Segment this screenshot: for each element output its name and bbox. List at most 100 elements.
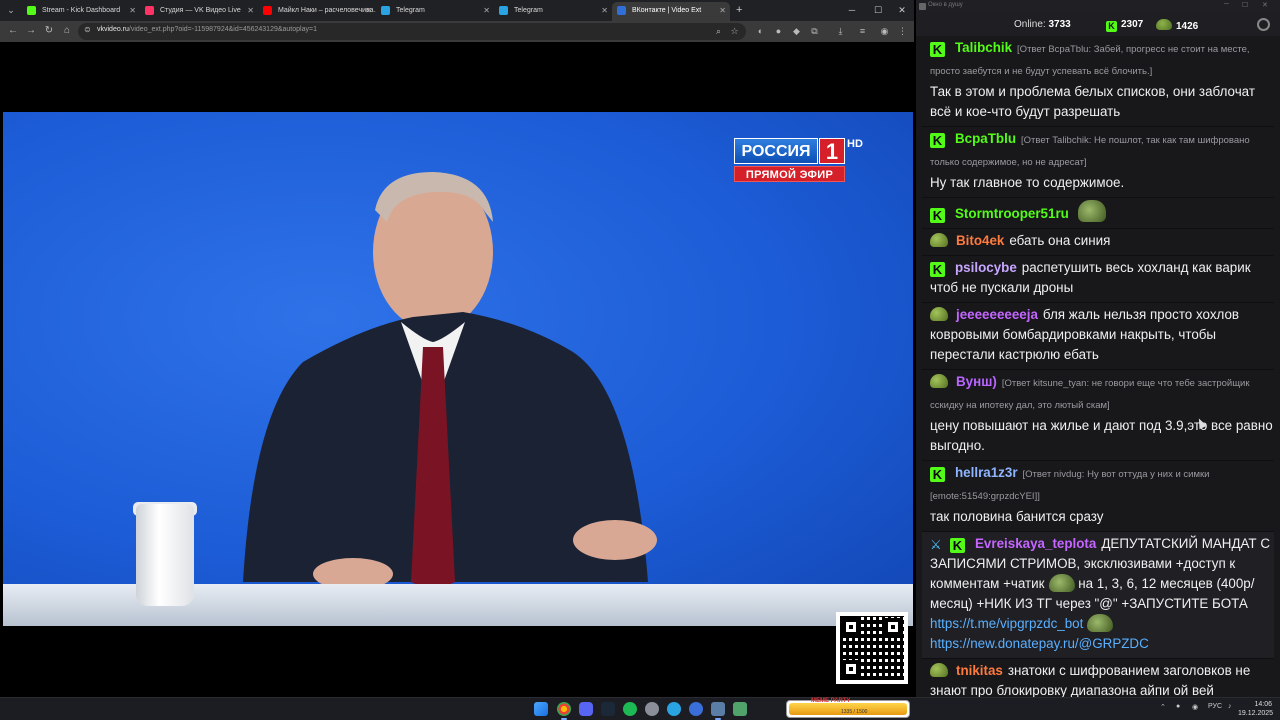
reload-icon[interactable]: ↻ bbox=[42, 24, 56, 38]
video-player[interactable]: РОССИЯ 1 HD ПРЯМОЙ ЭФИР bbox=[0, 42, 914, 697]
meme-party-widget[interactable]: MEME PARTY 1335 / 1500 bbox=[786, 698, 910, 718]
app-icon[interactable] bbox=[733, 702, 747, 716]
pepe-icon bbox=[1156, 19, 1172, 30]
minimize-button[interactable]: ─ bbox=[842, 3, 862, 17]
telegram-icon[interactable] bbox=[667, 702, 681, 716]
extension-icon[interactable]: ◐ bbox=[754, 25, 767, 38]
hd-label: HD bbox=[847, 138, 863, 150]
downloads-icon[interactable]: ⤓ bbox=[834, 25, 847, 38]
chat-username[interactable]: jeeeeeeeeeja bbox=[956, 307, 1038, 322]
sword-badge-icon: ⚔ bbox=[930, 537, 942, 552]
chat-username[interactable]: Вунш) bbox=[956, 374, 997, 389]
maximize-button[interactable]: ☐ bbox=[868, 3, 888, 17]
chat-username[interactable]: psilocybe bbox=[955, 260, 1017, 275]
chat-username[interactable]: Bito4ek bbox=[956, 233, 1004, 248]
settings-gear-icon[interactable] bbox=[1257, 18, 1270, 31]
url-text[interactable]: vkvideo.ru/video_ext.php?oid=-115987924&… bbox=[97, 26, 317, 33]
chat-window-title: Окно в душу bbox=[928, 2, 963, 8]
chat-username[interactable]: tnikitas bbox=[956, 663, 1003, 678]
browser-window: ⌄ Stream - Kick Dashboard ✕ Студия — VK Ви… bbox=[0, 0, 914, 697]
chrome-icon[interactable] bbox=[557, 702, 571, 716]
tray-app-icon[interactable]: ◉ bbox=[1192, 703, 1198, 711]
vk-viewers: 1426 bbox=[1156, 19, 1198, 32]
menu-icon[interactable]: ⋮ bbox=[896, 25, 909, 38]
browser-tab[interactable]: Stream - Kick Dashboard ✕ bbox=[22, 2, 140, 21]
widget-value: 1335 / 1500 bbox=[841, 709, 868, 715]
language-indicator[interactable]: РУС bbox=[1208, 703, 1222, 710]
system-clock[interactable]: 14:06 19.12.2025 bbox=[1238, 700, 1274, 718]
media-player-icon[interactable] bbox=[689, 702, 703, 716]
profile-icon[interactable]: ◉ bbox=[878, 25, 891, 38]
obs-icon[interactable] bbox=[645, 702, 659, 716]
tab-label: Stream - Kick Dashboard bbox=[42, 7, 121, 14]
tab-label: Telegram bbox=[396, 7, 425, 14]
kick-viewers: K 2307 bbox=[1106, 19, 1143, 32]
chat-messages: K Talibchik [Ответ ВсраТblu: Забей, прогре… bbox=[922, 36, 1274, 697]
tab-label: ВКонтакте | Video Ext bbox=[632, 7, 702, 14]
chat-username[interactable]: hellra1z3r bbox=[955, 465, 1018, 480]
browser-tab[interactable]: Telegram ✕ bbox=[494, 2, 612, 21]
back-icon[interactable]: ← bbox=[6, 24, 20, 38]
url-host: vkvideo.ru bbox=[97, 26, 129, 33]
bookmark-star-icon[interactable]: ☆ bbox=[728, 25, 741, 38]
close-window-button[interactable]: ✕ bbox=[1262, 1, 1268, 9]
reading-list-icon[interactable]: ≡ bbox=[856, 25, 869, 38]
chat-titlebar: Окно в душу ─ ☐ ✕ bbox=[916, 0, 1280, 14]
app-icon bbox=[919, 3, 926, 10]
donate-link[interactable]: https://new.donatepay.ru/@GRPZDC bbox=[930, 636, 1149, 651]
widget-label: MEME PARTY bbox=[811, 698, 851, 704]
pepe-badge-icon bbox=[930, 374, 948, 388]
extension-icon[interactable]: ◆ bbox=[790, 25, 803, 38]
kick-badge-icon: K bbox=[930, 262, 945, 277]
chat-username[interactable]: Stormtrooper51ru bbox=[955, 206, 1069, 221]
tab-close-icon[interactable]: ✕ bbox=[129, 2, 136, 19]
browser-tab[interactable]: Telegram ✕ bbox=[376, 2, 494, 21]
steam-icon[interactable] bbox=[601, 702, 615, 716]
chat-message: K Stormtrooper51ru bbox=[922, 198, 1274, 229]
video-frame: РОССИЯ 1 HD ПРЯМОЙ ЭФИР bbox=[3, 112, 913, 626]
tab-close-icon[interactable]: ✕ bbox=[601, 2, 608, 19]
tab-close-icon[interactable]: ✕ bbox=[719, 2, 726, 19]
close-window-button[interactable]: ✕ bbox=[892, 3, 912, 17]
tab-close-icon[interactable]: ✕ bbox=[483, 2, 490, 19]
forward-icon[interactable]: → bbox=[24, 24, 38, 38]
tab-search-icon[interactable]: ⌄ bbox=[4, 3, 18, 17]
address-bar[interactable]: ⊜ vkvideo.ru/video_ext.php?oid=-11598792… bbox=[78, 23, 746, 40]
extension-icon[interactable]: ● bbox=[772, 25, 785, 38]
browser-tab[interactable]: ВКонтакте | Video Ext ✕ bbox=[612, 2, 730, 21]
tab-close-icon[interactable]: ✕ bbox=[365, 2, 372, 19]
kick-badge-icon: K bbox=[930, 133, 945, 148]
discord-icon[interactable] bbox=[579, 702, 593, 716]
bot-link[interactable]: https://t.me/vipgrpzdc_bot bbox=[930, 616, 1083, 631]
tab-favicon-icon bbox=[499, 6, 508, 15]
chat-username[interactable]: ВсраТblu bbox=[955, 131, 1016, 146]
maximize-button[interactable]: ☐ bbox=[1242, 1, 1248, 9]
tray-chevron-icon[interactable]: ⌃ bbox=[1160, 703, 1166, 711]
minimize-button[interactable]: ─ bbox=[1224, 1, 1229, 8]
start-windows-icon[interactable] bbox=[534, 702, 548, 716]
pepe-badge-icon bbox=[930, 233, 948, 247]
pepe-badge-icon bbox=[930, 663, 948, 677]
chat-message: Khellra1z3r [Ответ nivdug: Ну вот оттуда … bbox=[922, 461, 1274, 532]
browser-toolbar: ← → ↻ ⌂ ⊜ vkvideo.ru/video_ext.php?oid=-… bbox=[0, 21, 914, 42]
app-window-icon[interactable] bbox=[711, 702, 725, 716]
extensions-puzzle-icon[interactable]: ⧉ bbox=[808, 25, 821, 38]
channel-number: 1 bbox=[819, 138, 845, 164]
kick-badge-icon: K bbox=[930, 467, 945, 482]
tab-close-icon[interactable]: ✕ bbox=[247, 2, 254, 19]
clock-date: 19.12.2025 bbox=[1238, 710, 1274, 717]
chat-username[interactable]: Talibchik bbox=[955, 40, 1012, 55]
spotify-icon[interactable] bbox=[623, 702, 637, 716]
home-icon[interactable]: ⌂ bbox=[60, 24, 74, 38]
pepe-emote-icon bbox=[1048, 574, 1075, 592]
tab-favicon-icon bbox=[617, 6, 626, 15]
search-icon[interactable]: ⌕ bbox=[712, 25, 725, 38]
chat-message: tnikitas знатоки с шифрованием заголовков… bbox=[922, 659, 1274, 697]
chat-username[interactable]: Evreiskaya_teplota bbox=[975, 536, 1096, 551]
browser-tab[interactable]: Студия — VK Видео Live ✕ bbox=[140, 2, 258, 21]
browser-tab[interactable]: Майкл Наки – расчеловечива… ✕ bbox=[258, 2, 376, 21]
site-info-icon[interactable]: ⊜ bbox=[84, 25, 91, 34]
tray-app-icon[interactable]: ● bbox=[1176, 703, 1180, 710]
volume-icon[interactable]: ♪ bbox=[1228, 703, 1232, 710]
new-tab-button[interactable]: + bbox=[736, 3, 742, 17]
